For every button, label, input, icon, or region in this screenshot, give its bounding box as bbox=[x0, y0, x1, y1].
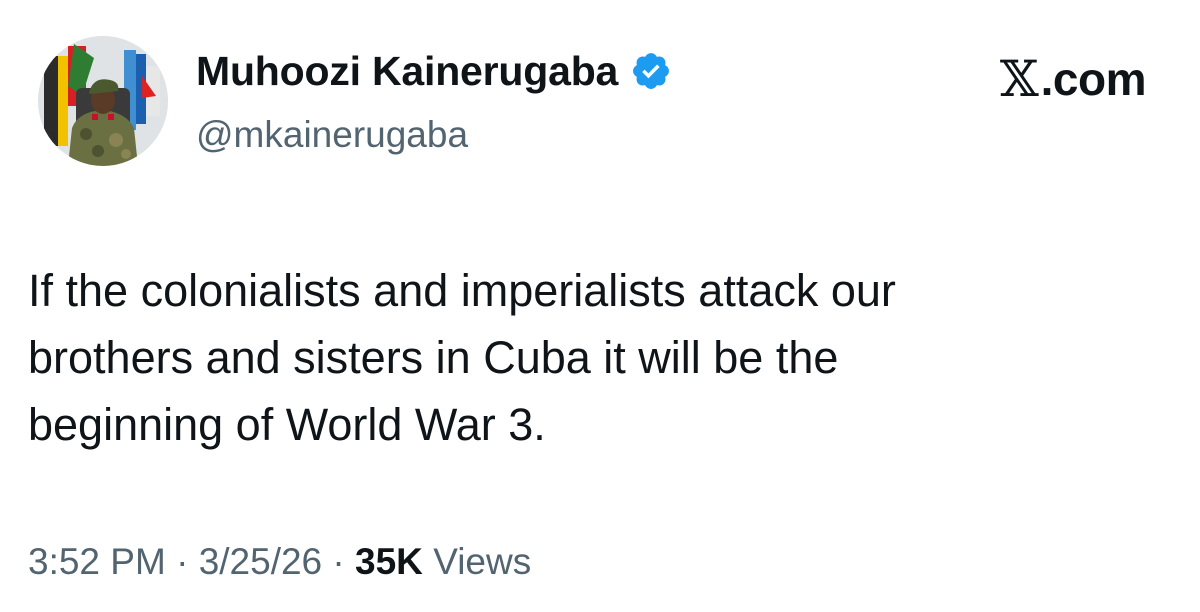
views-count[interactable]: 35K bbox=[355, 541, 423, 582]
tweet-date[interactable]: 3/25/26 bbox=[199, 541, 322, 582]
views-label: Views bbox=[422, 541, 532, 582]
tweet-metadata: 3:52 PM · 3/25/26 · 35K Views bbox=[28, 543, 531, 580]
author-name-row: Muhoozi Kainerugaba bbox=[196, 50, 672, 92]
x-logo-icon: 𝕏 bbox=[999, 50, 1039, 108]
profile-photo bbox=[38, 36, 168, 166]
separator-dot: · bbox=[322, 541, 356, 582]
x-com-logo: 𝕏 .com bbox=[999, 50, 1147, 108]
tweet-time[interactable]: 3:52 PM bbox=[28, 541, 166, 582]
verified-badge-icon bbox=[630, 50, 672, 92]
avatar[interactable] bbox=[38, 36, 168, 166]
brand-domain: .com bbox=[1040, 53, 1147, 105]
author-handle[interactable]: @mkainerugaba bbox=[196, 116, 468, 153]
tweet-text: If the colonialists and imperialists att… bbox=[28, 265, 896, 450]
separator-dot: · bbox=[165, 541, 199, 582]
author-display-name[interactable]: Muhoozi Kainerugaba bbox=[196, 50, 618, 92]
